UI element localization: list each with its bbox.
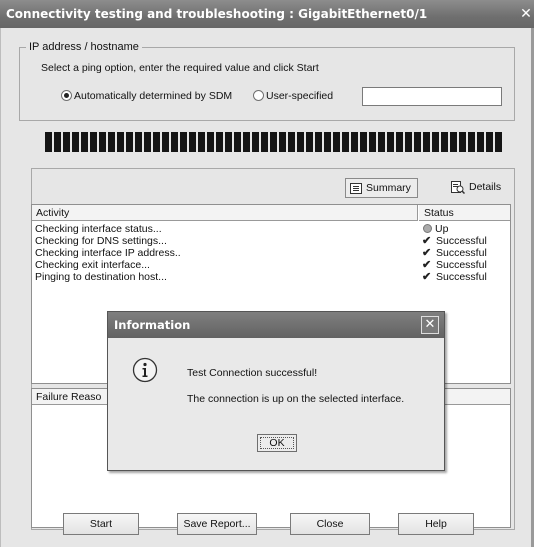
tab-summary-label: Summary <box>366 182 411 194</box>
summary-icon <box>350 182 362 194</box>
table-row: Pinging to destination host... ✔ Successf… <box>32 271 510 283</box>
window-title-bar: Connectivity testing and troubleshooting… <box>0 0 534 28</box>
status-text: Successful <box>436 271 487 283</box>
help-button[interactable]: Help <box>398 513 474 535</box>
table-row: Checking for DNS settings... ✔ Successful <box>32 235 510 247</box>
table-row: Checking exit interface... ✔ Successful <box>32 259 510 271</box>
radio-auto[interactable] <box>61 90 72 101</box>
status-text: Successful <box>436 259 487 271</box>
dialog-title: Information <box>114 318 191 332</box>
status-text: Up <box>435 223 449 235</box>
window-title: Connectivity testing and troubleshooting… <box>6 7 428 21</box>
dialog-close-icon[interactable]: ✕ <box>421 316 439 334</box>
status-cell: Up <box>422 223 448 235</box>
activity-cell: Checking interface status... <box>35 223 162 235</box>
radio-auto-label[interactable]: Automatically determined by SDM <box>74 90 232 102</box>
ok-button[interactable]: OK <box>257 434 297 452</box>
window-close-icon[interactable]: ✕ <box>518 6 534 22</box>
activity-cell: Checking for DNS settings... <box>35 235 167 247</box>
status-text: Successful <box>436 247 487 259</box>
information-dialog: Information ✕ Test Connection successful… <box>107 311 445 471</box>
activity-cell: Pinging to destination host... <box>35 271 167 283</box>
activity-column-header[interactable]: Activity <box>32 205 418 221</box>
dialog-detail: The connection is up on the selected int… <box>187 393 405 405</box>
status-cell: ✔ Successful <box>422 247 487 259</box>
user-specified-input[interactable] <box>362 87 502 106</box>
ip-group-legend: IP address / hostname <box>29 41 139 53</box>
activity-cell: Checking exit interface... <box>35 259 150 271</box>
save-report-button[interactable]: Save Report... <box>177 513 257 535</box>
information-icon <box>132 357 158 383</box>
tab-details-label: Details <box>469 181 502 193</box>
tab-summary[interactable]: Summary <box>345 178 418 198</box>
status-column-header[interactable]: Status <box>419 205 510 221</box>
ip-address-group: IP address / hostname <box>19 41 515 121</box>
progress-segments <box>45 132 502 152</box>
ping-instruction: Select a ping option, enter the required… <box>41 62 319 74</box>
progress-bar <box>45 132 511 152</box>
checkmark-icon: ✔ <box>422 247 432 259</box>
checkmark-icon: ✔ <box>422 271 432 283</box>
status-cell: ✔ Successful <box>422 271 487 283</box>
status-cell: ✔ Successful <box>422 235 487 247</box>
start-button[interactable]: Start <box>63 513 139 535</box>
up-indicator-icon <box>423 224 432 233</box>
dialog-message: Test Connection successful! <box>187 367 318 379</box>
details-icon <box>451 180 465 194</box>
tab-details[interactable]: Details <box>447 178 507 196</box>
status-text: Successful <box>436 235 487 247</box>
activity-cell: Checking interface IP address.. <box>35 247 181 259</box>
radio-user-label[interactable]: User-specified <box>266 90 333 102</box>
radio-user-specified[interactable] <box>253 90 264 101</box>
checkmark-icon: ✔ <box>422 235 432 247</box>
status-cell: ✔ Successful <box>422 259 487 271</box>
checkmark-icon: ✔ <box>422 259 432 271</box>
table-row: Checking interface IP address.. ✔ Success… <box>32 247 510 259</box>
close-button[interactable]: Close <box>290 513 370 535</box>
table-row: Checking interface status... Up <box>32 223 510 235</box>
dialog-title-bar: Information ✕ <box>108 312 444 338</box>
